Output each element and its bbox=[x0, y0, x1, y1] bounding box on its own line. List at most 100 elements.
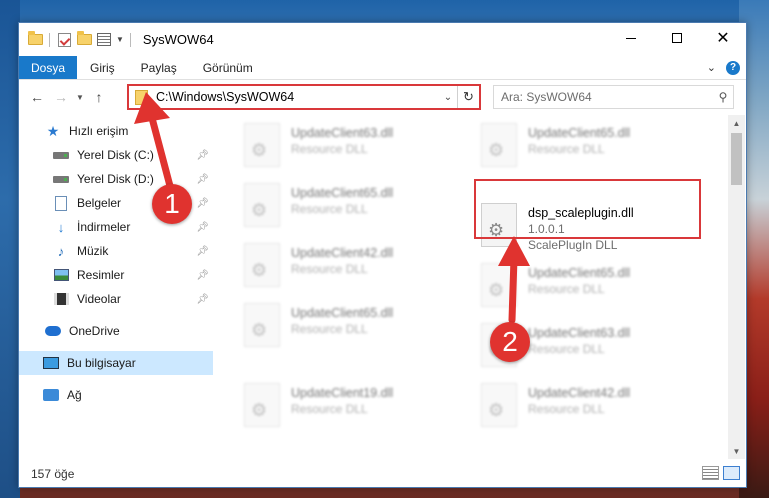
pin-icon: 📌︎ bbox=[196, 293, 209, 305]
pin-icon: 📌︎ bbox=[196, 149, 209, 161]
step-marker-1: 1 bbox=[152, 184, 192, 224]
nav-label: Ağ bbox=[67, 388, 82, 402]
scrollbar-thumb[interactable] bbox=[731, 133, 742, 185]
download-icon: ↓ bbox=[57, 219, 65, 235]
search-input[interactable]: Ara: SysWOW64 ⚲ bbox=[493, 85, 734, 109]
refresh-button[interactable]: ↻ bbox=[457, 86, 479, 108]
forward-button[interactable]: → bbox=[49, 85, 73, 109]
address-row: ← → ▼ ↑ C:\Windows\SysWOW64 ⌄ ↻ Ara: Sys… bbox=[19, 81, 746, 113]
file-name: UpdateClient65.dll bbox=[528, 126, 631, 140]
dll-file-icon: ⚙ bbox=[244, 243, 280, 287]
tab-view[interactable]: Görünüm bbox=[190, 56, 266, 79]
maximize-icon bbox=[672, 33, 682, 43]
tab-share[interactable]: Paylaş bbox=[128, 56, 190, 79]
maximize-button[interactable] bbox=[654, 23, 700, 53]
title-bar[interactable]: ▼ SysWOW64 ✕ bbox=[19, 23, 746, 56]
file-type: Resource DLL bbox=[291, 142, 368, 156]
help-icon[interactable]: ? bbox=[726, 60, 740, 75]
file-name: UpdateClient19.dll bbox=[291, 386, 394, 400]
pin-icon: 📌︎ bbox=[196, 221, 209, 233]
nav-label: Videolar bbox=[77, 292, 121, 306]
nav-item-videos[interactable]: Videolar 📌︎ bbox=[19, 287, 213, 311]
file-name: UpdateClient42.dll bbox=[291, 246, 394, 260]
quick-access-toolbar: ▼ bbox=[19, 31, 133, 48]
nav-this-pc[interactable]: Bu bilgisayar bbox=[19, 351, 213, 375]
file-name: UpdateClient63.dll bbox=[291, 126, 394, 140]
nav-item-pictures[interactable]: Resimler 📌︎ bbox=[19, 263, 213, 287]
tab-home[interactable]: Giriş bbox=[77, 56, 128, 79]
details-view-icon[interactable] bbox=[702, 466, 719, 480]
file-item[interactable]: ⚙ UpdateClient65.dll Resource DLL bbox=[244, 183, 474, 233]
new-folder-icon[interactable] bbox=[76, 31, 92, 48]
address-path[interactable]: C:\Windows\SysWOW64 bbox=[156, 90, 439, 104]
nav-item-local-disk-c[interactable]: Yerel Disk (C:) 📌︎ bbox=[19, 143, 213, 167]
navigation-pane: ★ Hızlı erişim Yerel Disk (C:) 📌︎ Yerel … bbox=[19, 115, 213, 455]
file-name: UpdateClient65.dll bbox=[528, 266, 631, 280]
videos-icon bbox=[53, 291, 69, 307]
nav-label: Yerel Disk (D:) bbox=[77, 172, 154, 186]
scroll-down-icon[interactable]: ▼ bbox=[728, 443, 745, 459]
nav-label: Hızlı erişim bbox=[69, 124, 129, 138]
step-marker-2: 2 bbox=[490, 322, 530, 362]
back-button[interactable]: ← bbox=[25, 85, 49, 109]
tiles-view-icon[interactable] bbox=[723, 466, 740, 480]
search-icon[interactable]: ⚲ bbox=[713, 90, 733, 104]
ribbon-right: ⌄ ? bbox=[707, 56, 746, 79]
up-button[interactable]: ↑ bbox=[87, 85, 111, 109]
file-item[interactable]: ⚙ UpdateClient65.dll Resource DLL bbox=[481, 123, 711, 173]
expand-ribbon-chevron-icon[interactable]: ⌄ bbox=[707, 61, 716, 74]
computer-icon bbox=[43, 355, 59, 371]
nav-label: Yerel Disk (C:) bbox=[77, 148, 154, 162]
drive-icon bbox=[53, 147, 69, 163]
file-type: ScalePlugIn DLL bbox=[528, 238, 618, 252]
divider bbox=[49, 32, 50, 47]
file-item[interactable]: ⚙ UpdateClient65.dll Resource DLL bbox=[481, 263, 711, 313]
nav-onedrive[interactable]: OneDrive bbox=[19, 319, 213, 343]
documents-icon bbox=[53, 195, 69, 211]
dll-file-icon: ⚙ bbox=[481, 123, 517, 167]
file-item[interactable]: ⚙ UpdateClient42.dll Resource DLL bbox=[244, 243, 474, 293]
properties-check-icon[interactable] bbox=[56, 32, 72, 48]
music-icon: ♪ bbox=[57, 243, 65, 259]
network-icon bbox=[43, 387, 59, 403]
file-type: Resource DLL bbox=[528, 402, 605, 416]
recent-locations-dropdown-icon[interactable]: ▼ bbox=[73, 93, 87, 102]
refresh-icon: ↻ bbox=[463, 89, 474, 104]
dll-file-icon: ⚙ bbox=[244, 123, 280, 167]
customize-toolbar-dropdown-icon[interactable]: ▼ bbox=[116, 35, 124, 44]
file-item[interactable]: ⚙ UpdateClient19.dll Resource DLL bbox=[244, 383, 474, 433]
address-dropdown-icon[interactable]: ⌄ bbox=[439, 92, 457, 103]
file-item[interactable]: ⚙ UpdateClient65.dll Resource DLL bbox=[244, 303, 474, 353]
nav-network[interactable]: Ağ bbox=[19, 383, 213, 407]
nav-label: İndirmeler bbox=[77, 220, 131, 234]
properties-icon[interactable] bbox=[96, 32, 112, 48]
address-folder-icon bbox=[135, 89, 148, 105]
dll-file-icon: ⚙ bbox=[481, 263, 517, 307]
folder-icon bbox=[27, 31, 43, 48]
file-type: Resource DLL bbox=[528, 282, 605, 296]
address-bar[interactable]: C:\Windows\SysWOW64 ⌄ ↻ bbox=[127, 84, 481, 110]
vertical-scrollbar[interactable]: ▲ ▼ bbox=[728, 115, 745, 459]
nav-label: Resimler bbox=[77, 268, 125, 282]
file-name: UpdateClient65.dll bbox=[291, 306, 394, 320]
close-button[interactable]: ✕ bbox=[700, 23, 746, 53]
desktop-left-edge bbox=[0, 0, 20, 498]
file-list: ⚙ UpdateClient63.dll Resource DLL ⚙ Updat… bbox=[216, 115, 728, 459]
star-icon: ★ bbox=[46, 122, 60, 139]
nav-label: Bu bilgisayar bbox=[67, 356, 136, 370]
pin-icon: 📌︎ bbox=[196, 245, 209, 257]
minimize-button[interactable] bbox=[608, 23, 654, 53]
file-item[interactable]: ⚙ UpdateClient63.dll Resource DLL bbox=[244, 123, 474, 173]
dll-file-icon: ⚙ bbox=[481, 383, 517, 427]
nav-item-music[interactable]: ♪ Müzik 📌︎ bbox=[19, 239, 213, 263]
file-type: Resource DLL bbox=[291, 202, 368, 216]
scroll-up-icon[interactable]: ▲ bbox=[728, 115, 745, 131]
status-bar: 157 öğe bbox=[19, 460, 746, 487]
tab-file[interactable]: Dosya bbox=[19, 56, 77, 79]
nav-quick-access[interactable]: ★ Hızlı erişim bbox=[19, 119, 213, 143]
pictures-icon bbox=[53, 267, 69, 283]
dll-file-icon: ⚙ bbox=[244, 183, 280, 227]
pin-icon: 📌︎ bbox=[196, 269, 209, 281]
window-controls: ✕ bbox=[608, 23, 746, 53]
file-item[interactable]: ⚙ UpdateClient42.dll Resource DLL bbox=[481, 383, 711, 433]
